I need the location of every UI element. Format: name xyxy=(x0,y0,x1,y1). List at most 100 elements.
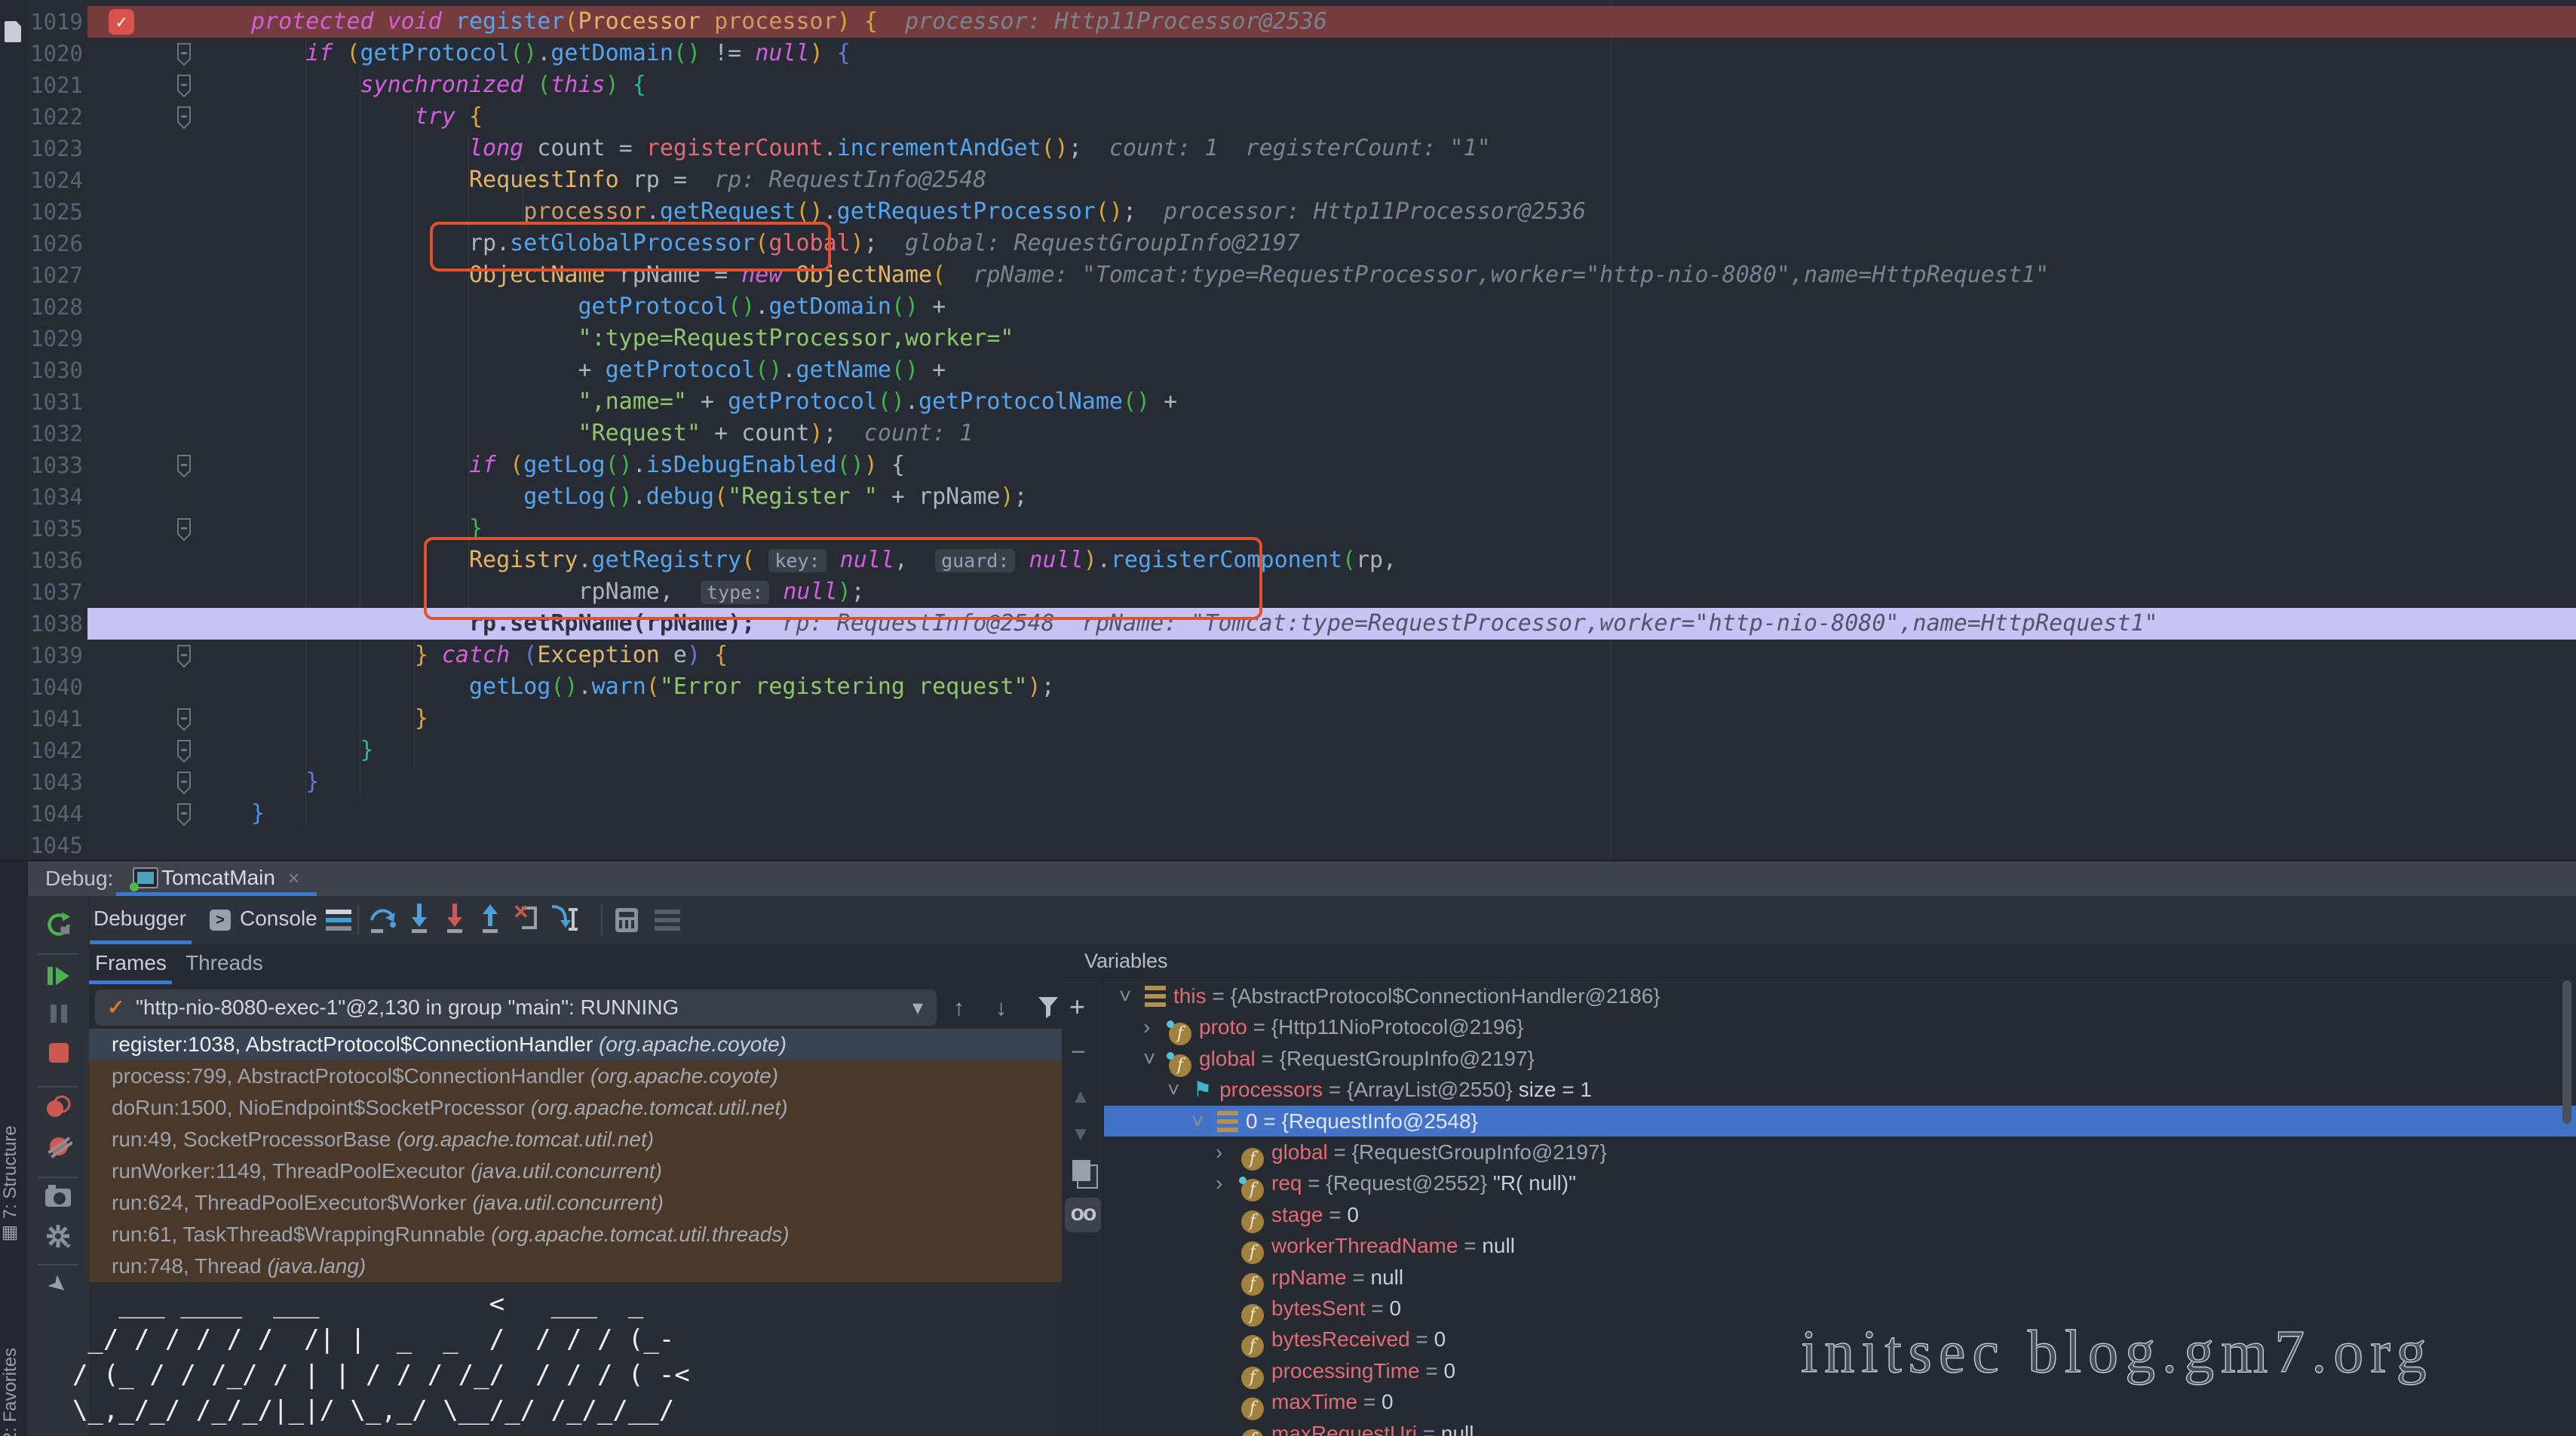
add-watch-icon[interactable]: + xyxy=(1069,991,1085,1023)
stack-frame-row[interactable]: process:799, AbstractProtocol$Connection… xyxy=(89,1060,1062,1092)
stack-frame-row[interactable]: doRun:1500, NioEndpoint$SocketProcessor … xyxy=(89,1092,1062,1124)
code-line[interactable]: 1041 } xyxy=(0,703,2576,735)
stack-frames-list[interactable]: register:1038, AbstractProtocol$Connecti… xyxy=(89,1029,1062,1282)
drop-frame-icon[interactable]: ✕ xyxy=(511,902,541,939)
stack-frame-row[interactable]: run:61, TaskThread$WrappingRunnable (org… xyxy=(89,1219,1062,1250)
code-line[interactable]: 1038 rp.setRpName(rpName); rp: RequestIn… xyxy=(0,608,2576,640)
stripe-structure[interactable]: ▦ 7: Structure xyxy=(0,1088,27,1284)
code-text[interactable]: getProtocol().getDomain() + xyxy=(251,291,946,323)
tree-chevron-icon[interactable]: › xyxy=(1143,1011,1169,1042)
code-line[interactable]: 1035 } xyxy=(0,513,2576,545)
tree-chevron-icon[interactable]: ˅ xyxy=(1119,980,1145,1011)
line-number[interactable]: 1024 xyxy=(23,164,83,196)
code-text[interactable]: } catch (Exception e) { xyxy=(251,640,728,671)
line-number[interactable]: 1027 xyxy=(23,259,83,291)
line-number[interactable]: 1044 xyxy=(23,798,83,830)
line-number[interactable]: 1038 xyxy=(23,608,83,640)
variable-row[interactable]: ›fproto = {Http11NioProtocol@2196} xyxy=(1104,1011,2576,1042)
code-line[interactable]: 1039 } catch (Exception e) { xyxy=(0,640,2576,671)
filter-funnel-icon[interactable] xyxy=(1036,994,1060,1023)
code-text[interactable]: getLog().warn("Error registering request… xyxy=(251,671,1055,703)
variable-row[interactable]: ˅0 = {RequestInfo@2548} xyxy=(1104,1106,2576,1137)
force-step-into-icon[interactable] xyxy=(441,902,468,939)
code-line[interactable]: 1025 processor.getRequest().getRequestPr… xyxy=(0,196,2576,228)
code-line[interactable]: 1044} xyxy=(0,798,2576,830)
variable-row[interactable]: fmaxRequestUri = null xyxy=(1104,1418,2576,1436)
tree-chevron-icon[interactable]: › xyxy=(1216,1168,1241,1198)
code-text[interactable]: } xyxy=(251,735,374,766)
code-line[interactable]: 1031 ",name=" + getProtocol().getProtoco… xyxy=(0,386,2576,418)
code-line[interactable]: 1023 long count = registerCount.incremen… xyxy=(0,133,2576,164)
variable-row[interactable]: ›freq = {Request@2552} "R( null)" xyxy=(1104,1168,2576,1198)
scroll-up-icon[interactable]: ▲ xyxy=(1071,1085,1090,1108)
fold-marker-icon[interactable] xyxy=(175,454,193,484)
code-line[interactable]: 1030 + getProtocol().getName() + xyxy=(0,354,2576,386)
thread-dropdown[interactable]: ✓ "http-nio-8080-exec-1"@2,130 in group … xyxy=(95,990,937,1026)
line-number[interactable]: 1021 xyxy=(23,69,83,101)
code-text[interactable]: } xyxy=(251,766,319,798)
line-number[interactable]: 1035 xyxy=(23,513,83,545)
code-line[interactable]: 1029 ":type=RequestProcessor,worker=" xyxy=(0,323,2576,354)
code-text[interactable]: } xyxy=(251,798,265,830)
scroll-down-icon[interactable]: ▼ xyxy=(1071,1122,1090,1146)
code-text[interactable]: ":type=RequestProcessor,worker=" xyxy=(251,323,1014,354)
line-number[interactable]: 1026 xyxy=(23,228,83,259)
code-text[interactable]: synchronized (this) { xyxy=(251,69,646,101)
code-text[interactable]: long count = registerCount.incrementAndG… xyxy=(251,133,1491,164)
line-number[interactable]: 1028 xyxy=(23,291,83,323)
step-out-icon[interactable] xyxy=(477,902,504,939)
code-text[interactable]: getLog().debug("Register " + rpName); xyxy=(251,481,1028,513)
scrollbar-thumb[interactable] xyxy=(2562,980,2571,1124)
tab-console[interactable]: Console xyxy=(240,896,317,944)
stripe-favorites[interactable]: ★ 2: Favorites xyxy=(0,1314,27,1436)
resume-icon[interactable] xyxy=(45,962,72,993)
line-number[interactable]: 1042 xyxy=(23,735,83,766)
line-number[interactable]: 1032 xyxy=(23,418,83,450)
variable-row[interactable]: fstage = 0 xyxy=(1104,1199,2576,1230)
code-line[interactable]: 1045 xyxy=(0,830,2576,861)
code-line[interactable]: 1020 if (getProtocol().getDomain() != nu… xyxy=(0,38,2576,69)
code-text[interactable]: "Request" + count); count: 1 xyxy=(251,418,973,450)
variable-row[interactable]: ˅this = {AbstractProtocol$ConnectionHand… xyxy=(1104,980,2576,1011)
line-number[interactable]: 1043 xyxy=(23,766,83,798)
code-line[interactable]: 1036 Registry.getRegistry( key: null, gu… xyxy=(0,545,2576,576)
code-line[interactable]: 1032 "Request" + count); count: 1 xyxy=(0,418,2576,450)
view-breakpoints-icon[interactable] xyxy=(44,1094,74,1125)
code-line[interactable]: 1022 try { xyxy=(0,101,2576,133)
variable-row[interactable]: ˅⚑processors = {ArrayList@2550} size = 1 xyxy=(1104,1074,2576,1105)
fold-marker-icon[interactable] xyxy=(175,517,193,548)
line-number[interactable]: 1020 xyxy=(23,38,83,69)
line-number[interactable]: 1041 xyxy=(23,703,83,735)
fold-marker-icon[interactable] xyxy=(175,771,193,801)
fold-marker-icon[interactable] xyxy=(175,42,193,72)
code-editor[interactable]: 1019✓protected void register(Processor p… xyxy=(0,0,2576,861)
code-line[interactable]: 1024 RequestInfo rp = rp: RequestInfo@25… xyxy=(0,164,2576,196)
code-text[interactable]: if (getLog().isDebugEnabled()) { xyxy=(251,450,905,481)
line-number[interactable]: 1022 xyxy=(23,101,83,133)
line-number[interactable]: 1019 xyxy=(23,6,83,38)
line-number[interactable]: 1039 xyxy=(23,640,83,671)
pause-icon[interactable] xyxy=(47,1002,71,1029)
settings-gear-icon[interactable] xyxy=(44,1222,72,1254)
step-into-icon[interactable] xyxy=(406,902,433,939)
line-number[interactable]: 1030 xyxy=(23,354,83,386)
close-icon[interactable]: × xyxy=(288,861,299,894)
view-options-icon[interactable] xyxy=(326,910,351,931)
line-number[interactable]: 1034 xyxy=(23,481,83,513)
code-text[interactable]: + getProtocol().getName() + xyxy=(251,354,946,386)
show-watches-icon[interactable]: oo xyxy=(1065,1198,1101,1232)
stack-frame-row[interactable]: runWorker:1149, ThreadPoolExecutor (java… xyxy=(89,1155,1062,1187)
code-line[interactable]: 1021 synchronized (this) { xyxy=(0,69,2576,101)
code-line[interactable]: 1019✓protected void register(Processor p… xyxy=(0,6,2576,38)
tree-chevron-icon[interactable]: ˅ xyxy=(1191,1106,1217,1137)
fold-marker-icon[interactable] xyxy=(175,802,193,833)
code-text[interactable]: protected void register(Processor proces… xyxy=(251,6,1327,38)
line-number[interactable]: 1023 xyxy=(23,133,83,164)
code-text[interactable]: ",name=" + getProtocol().getProtocolName… xyxy=(251,386,1177,418)
tab-threads[interactable]: Threads xyxy=(186,944,263,982)
fold-marker-icon[interactable] xyxy=(175,106,193,136)
code-text[interactable]: } xyxy=(251,703,428,735)
stack-frame-row[interactable]: run:49, SocketProcessorBase (org.apache.… xyxy=(89,1124,1062,1155)
code-text[interactable]: if (getProtocol().getDomain() != null) { xyxy=(251,38,851,69)
memory-snapshot-icon[interactable] xyxy=(45,1189,71,1207)
